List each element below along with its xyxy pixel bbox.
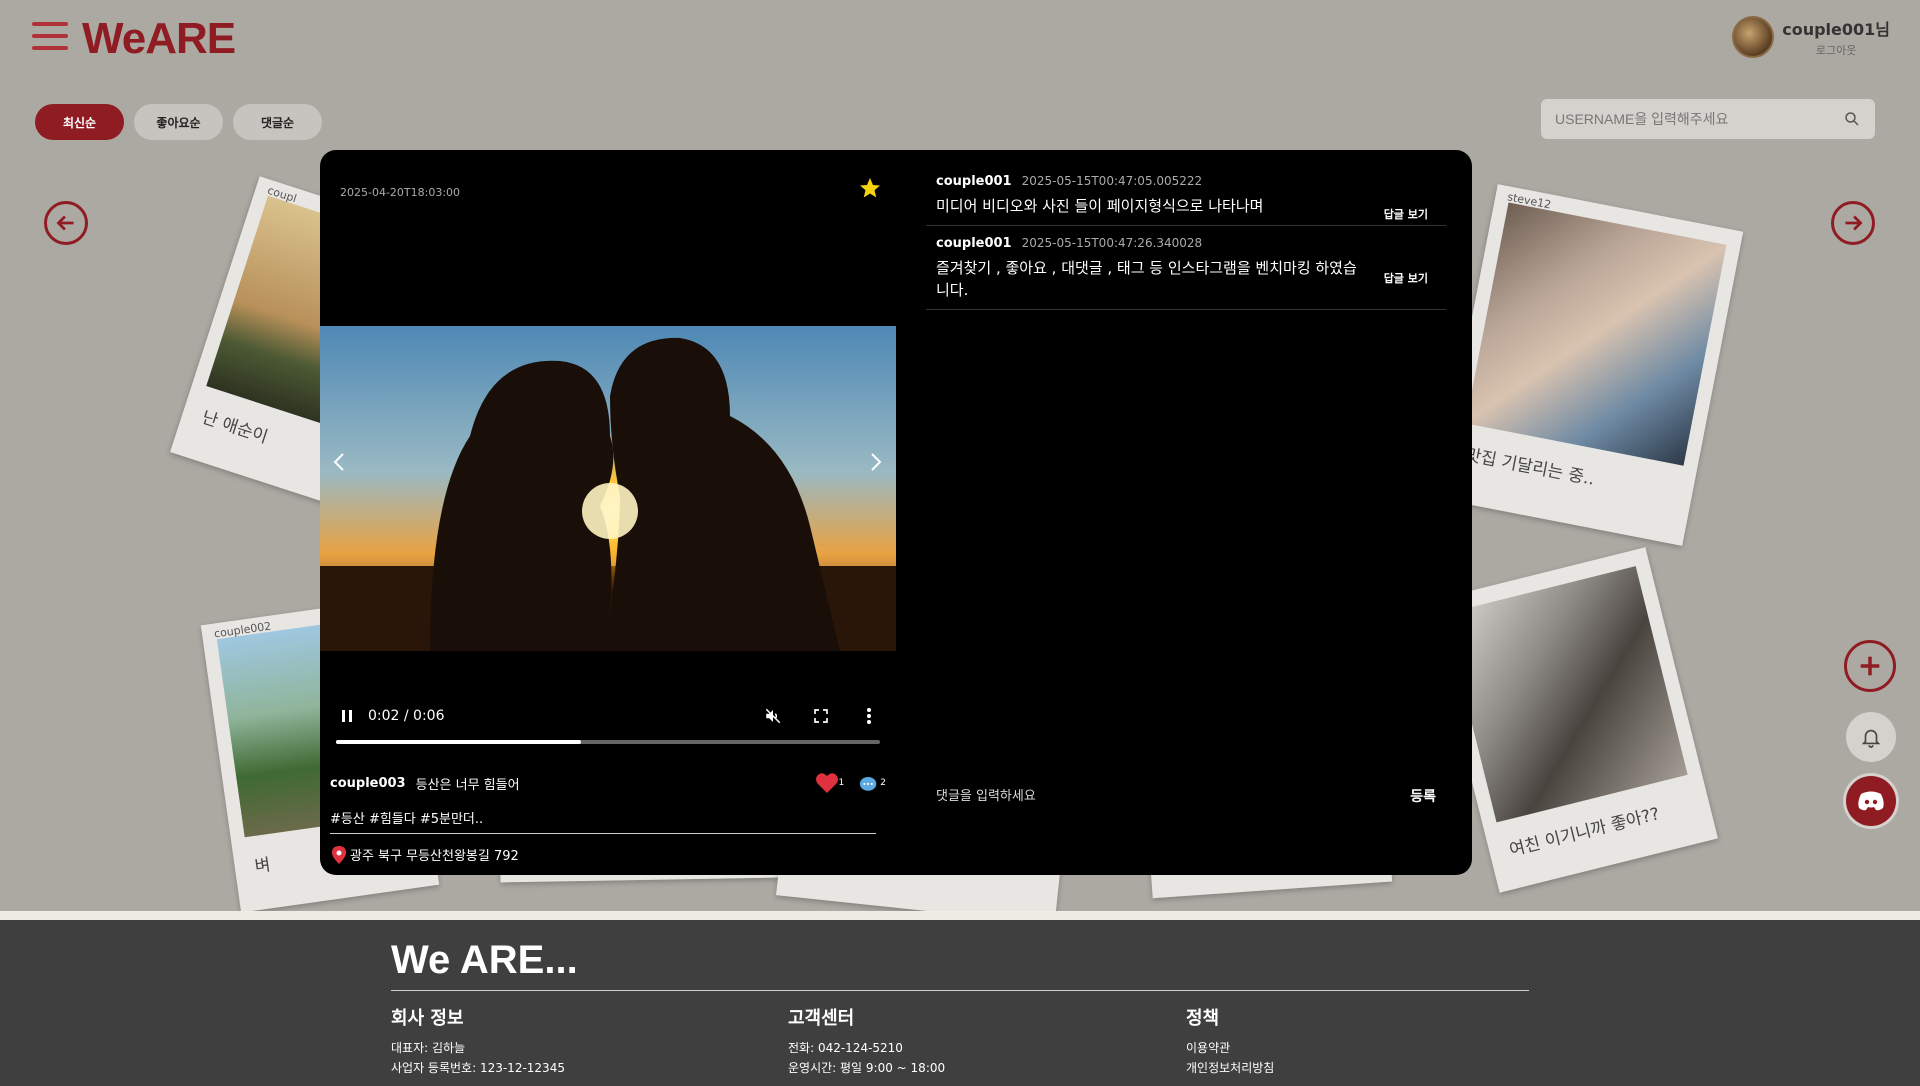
- post-tags[interactable]: #등산 #힘들다 #5분만더..: [330, 808, 483, 827]
- header: WeARE couple001님 로그아웃: [0, 0, 1920, 80]
- comment-submit-button[interactable]: 등록: [1410, 786, 1436, 806]
- post-location[interactable]: 광주 북구 무등산천왕봉길 792: [332, 845, 519, 864]
- pause-button[interactable]: [336, 705, 358, 727]
- comment-icon: [860, 777, 877, 791]
- video-frame: [320, 326, 896, 651]
- prev-page-button[interactable]: [44, 201, 88, 245]
- post-date: 2025-04-20T18:03:00: [340, 186, 461, 199]
- divider: [391, 990, 1529, 991]
- location-text: 광주 북구 무등산천왕봉길 792: [350, 849, 519, 864]
- footer-policy: 정책 이용약관 개인정보처리방침: [1186, 1004, 1274, 1078]
- next-page-button[interactable]: [1831, 201, 1875, 245]
- pause-icon: [342, 710, 352, 722]
- discord-icon: [1858, 791, 1884, 811]
- arrow-right-icon: [1845, 215, 1863, 231]
- sort-latest-button[interactable]: 최신순: [35, 104, 124, 140]
- footer-phone: 전화: 042-124-5210: [788, 1041, 903, 1055]
- comments-panel: couple001 2025-05-15T00:47:05.005222 미디어…: [926, 150, 1446, 875]
- chevron-left-icon[interactable]: [328, 450, 352, 474]
- video-progress-fill: [336, 740, 581, 744]
- user-menu: couple001님 로그아웃: [1732, 16, 1890, 58]
- post-video[interactable]: [320, 326, 896, 651]
- footer-border: [0, 911, 1920, 920]
- footer-heading: 회사 정보: [391, 1008, 464, 1029]
- search-input[interactable]: [1555, 111, 1843, 127]
- comment-time: 2025-05-15T00:47:26.340028: [1021, 236, 1203, 250]
- notification-button[interactable]: [1846, 712, 1896, 762]
- post-user[interactable]: couple003: [330, 776, 406, 791]
- comment-user[interactable]: couple001: [936, 174, 1012, 189]
- fullscreen-icon: [814, 709, 828, 723]
- footer-title: We ARE...: [391, 938, 578, 982]
- post-text: 등산은 너무 힘들어: [415, 777, 520, 793]
- sort-tabs: 최신순 좋아요순 댓글순: [35, 104, 322, 140]
- location-pin-icon: [332, 845, 346, 864]
- more-options-button[interactable]: [858, 705, 880, 727]
- star-icon[interactable]: [858, 176, 882, 200]
- bell-icon: [1861, 729, 1881, 748]
- search-icon[interactable]: [1843, 110, 1861, 128]
- footer-support: 고객센터 전화: 042-124-5210 운영시간: 평일 9:00 ~ 18…: [788, 1004, 945, 1078]
- fullscreen-button[interactable]: [810, 705, 832, 727]
- privacy-link[interactable]: 개인정보처리방침: [1186, 1058, 1274, 1078]
- add-post-button[interactable]: [1844, 640, 1896, 692]
- footer-hours: 운영시간: 평일 9:00 ~ 18:00: [788, 1061, 946, 1075]
- comment-text: 즐겨찾기 , 좋아요 , 대댓글 , 태그 등 인스타그램을 벤치마킹 하였습니…: [936, 259, 1357, 299]
- arrow-left-icon: [56, 215, 74, 231]
- comment-item: couple001 2025-05-15T00:47:05.005222 미디어…: [926, 150, 1446, 226]
- discord-button[interactable]: [1846, 776, 1896, 826]
- plus-icon: [1860, 656, 1880, 676]
- search-bar: [1541, 99, 1875, 139]
- comment-user[interactable]: couple001: [936, 236, 1012, 251]
- comment-time: 2025-05-15T00:47:05.005222: [1021, 174, 1203, 188]
- heart-icon: [815, 773, 838, 793]
- polaroid-photo: [1444, 566, 1688, 823]
- footer-heading: 정책: [1186, 1008, 1220, 1029]
- comment-count-button[interactable]: 2: [858, 772, 886, 794]
- video-time: 0:02 / 0:06: [368, 708, 445, 724]
- video-progress-bar[interactable]: [336, 740, 880, 744]
- footer-ceo: 대표자: 김하늘: [391, 1041, 466, 1055]
- footer-biz-no: 사업자 등록번호: 123-12-12345: [391, 1061, 565, 1075]
- sort-comments-button[interactable]: 댓글순: [233, 104, 322, 140]
- comment-item: couple001 2025-05-15T00:47:26.340028 즐겨찾…: [926, 226, 1446, 310]
- mute-icon: [765, 708, 781, 724]
- like-count: 1: [838, 778, 845, 788]
- comment-form: 등록: [936, 786, 1436, 806]
- sort-likes-button[interactable]: 좋아요순: [134, 104, 223, 140]
- comment-text: 미디어 비디오와 사진 들이 페이지형식으로 나타나며: [936, 197, 1264, 215]
- footer: We ARE... 회사 정보 대표자: 김하늘 사업자 등록번호: 123-1…: [0, 920, 1920, 1086]
- footer-company: 회사 정보 대표자: 김하늘 사업자 등록번호: 123-12-12345: [391, 1004, 565, 1078]
- media-panel: 2025-04-20T18:03:00 0:02 / 0:06 couple00…: [320, 150, 896, 875]
- more-icon: [867, 708, 871, 724]
- avatar[interactable]: [1732, 16, 1775, 58]
- logo[interactable]: WeARE: [82, 14, 236, 64]
- post-info: couple003 등산은 너무 힘들어 1 2: [330, 772, 886, 794]
- post-detail-modal: 2025-04-20T18:03:00 0:02 / 0:06 couple00…: [320, 150, 1472, 875]
- comment-input[interactable]: [936, 788, 1411, 804]
- video-controls: 0:02 / 0:06: [336, 702, 880, 744]
- logout-link[interactable]: 로그아웃: [1782, 42, 1890, 58]
- mute-button[interactable]: [762, 705, 784, 727]
- polaroid-card[interactable]: steve12 맛집 기달리는 중..: [1436, 184, 1744, 546]
- chevron-right-icon[interactable]: [863, 450, 887, 474]
- view-replies-button[interactable]: 답글 보기: [1384, 206, 1428, 222]
- comment-count: 2: [880, 778, 886, 788]
- divider: [330, 833, 876, 834]
- like-button[interactable]: 1: [815, 772, 845, 794]
- view-replies-button[interactable]: 답글 보기: [1384, 270, 1428, 286]
- footer-heading: 고객센터: [788, 1008, 855, 1029]
- hamburger-icon[interactable]: [32, 22, 68, 54]
- polaroid-photo: [1465, 202, 1727, 466]
- user-name: couple001님: [1782, 20, 1890, 39]
- terms-link[interactable]: 이용약관: [1186, 1038, 1274, 1058]
